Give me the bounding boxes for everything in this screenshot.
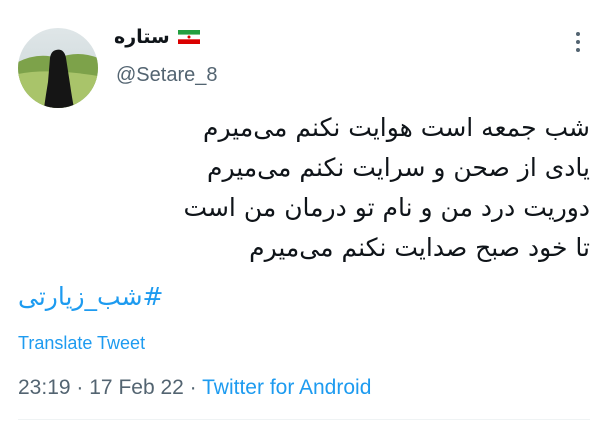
divider xyxy=(18,419,590,420)
display-name[interactable]: ستاره xyxy=(114,26,170,48)
tweet-card: ستاره @Setare_8 شب جمعه است هوایت نکنم م… xyxy=(0,0,608,425)
more-options-icon[interactable] xyxy=(570,30,586,54)
tweet-meta: 23:19 · 17 Feb 22 · Twitter for Android xyxy=(18,376,371,400)
tweet-time[interactable]: 23:19 xyxy=(18,376,71,399)
tweet-line: شب جمعه است هوایت نکنم می‌میرم xyxy=(203,113,590,142)
tweet-source-link[interactable]: Twitter for Android xyxy=(202,376,371,399)
hashtag-link[interactable]: #شب_زیارتی xyxy=(18,282,163,311)
tweet-line: دوریت درد من و نام تو درمان من است xyxy=(183,193,590,222)
tweet-date[interactable]: 17 Feb 22 xyxy=(89,376,184,399)
translate-tweet-link[interactable]: Translate Tweet xyxy=(18,333,145,354)
profile-photo-icon xyxy=(18,28,98,108)
author-name-row[interactable]: ستاره xyxy=(114,26,200,48)
avatar[interactable] xyxy=(18,28,98,108)
author-handle[interactable]: @Setare_8 xyxy=(116,64,217,87)
meta-separator: · xyxy=(189,376,197,399)
tweet-line: تا خود صبح صدایت نکنم می‌میرم xyxy=(249,233,590,262)
iran-flag-icon xyxy=(177,30,200,44)
meta-separator: · xyxy=(76,376,84,399)
tweet-text: شب جمعه است هوایت نکنم می‌میرم یادی از ص… xyxy=(30,108,590,268)
tweet-line: یادی از صحن و سرایت نکنم می‌میرم xyxy=(206,153,590,182)
